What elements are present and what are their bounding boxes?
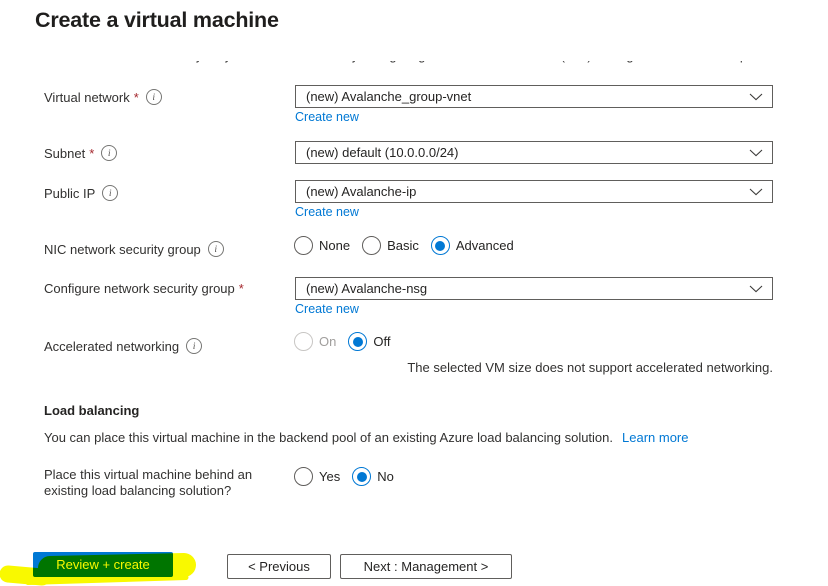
radio-basic[interactable]: Basic (362, 236, 419, 255)
radio-label: No (377, 469, 394, 484)
create-vm-networking-page: Create a virtual machine Define network … (0, 0, 828, 586)
create-new-public-ip-link[interactable]: Create new (295, 205, 359, 219)
info-icon[interactable]: i (102, 185, 119, 201)
accelerated-networking-note: The selected VM size does not support ac… (407, 360, 773, 375)
info-icon[interactable]: i (207, 241, 224, 257)
select-value: (new) Avalanche-ip (306, 184, 417, 199)
required-asterisk: * (133, 89, 139, 105)
next-management-button[interactable]: Next : Management > (340, 554, 512, 579)
info-icon[interactable]: i (101, 145, 118, 161)
chevron-down-icon (749, 285, 763, 293)
create-new-vnet-link[interactable]: Create new (295, 110, 359, 124)
radio-label: Advanced (455, 238, 514, 253)
accelerated-networking-radio-group: On Off (294, 332, 390, 351)
radio-on-disabled: On (294, 332, 336, 351)
accelerated-networking-label: Accelerated networking i (44, 338, 203, 354)
radio-yes[interactable]: Yes (294, 467, 340, 486)
label-text: Virtual network (44, 89, 130, 105)
label-text: Accelerated networking (44, 338, 180, 354)
info-icon[interactable]: i (145, 89, 162, 105)
label-text: Configure network security group (44, 281, 235, 296)
review-create-button[interactable]: Review + create (33, 552, 173, 577)
create-new-nsg-link[interactable]: Create new (295, 302, 359, 316)
nic-nsg-radio-group: None Basic Advanced (294, 236, 514, 255)
radio-circle-disabled (294, 332, 313, 351)
virtual-network-select[interactable]: (new) Avalanche_group-vnet (295, 85, 773, 108)
learn-more-link[interactable]: Learn more (622, 430, 688, 445)
radio-circle (294, 236, 313, 255)
load-balancing-radio-group: Yes No (294, 467, 394, 486)
load-balancing-heading: Load balancing (44, 403, 140, 418)
clipped-scrolled-text: Define network connectivity for your vir… (44, 61, 749, 64)
chevron-down-icon (749, 93, 763, 101)
description-text: You can place this virtual machine in th… (44, 430, 614, 445)
radio-no[interactable]: No (352, 467, 394, 486)
public-ip-label: Public IP i (44, 185, 119, 201)
configure-nsg-select[interactable]: (new) Avalanche-nsg (295, 277, 773, 300)
radio-off[interactable]: Off (348, 332, 390, 351)
radio-label: On (319, 334, 337, 349)
page-title: Create a virtual machine (35, 8, 279, 32)
radio-circle-selected (348, 332, 368, 351)
load-balancing-question: Place this virtual machine behind an exi… (44, 467, 253, 498)
radio-circle-selected (352, 467, 372, 486)
required-asterisk: * (238, 281, 244, 296)
radio-advanced[interactable]: Advanced (430, 236, 514, 255)
label-text: NIC network security group (44, 241, 201, 257)
label-text: Subnet (44, 145, 86, 161)
select-value: (new) Avalanche_group-vnet (306, 89, 472, 104)
chevron-down-icon (749, 188, 763, 196)
clipped-text-fragments: Define network connectivity for your vir… (44, 61, 749, 64)
subnet-select[interactable]: (new) default (10.0.0.0/24) (295, 141, 773, 164)
virtual-network-label: Virtual network * i (44, 89, 162, 105)
radio-circle (362, 236, 382, 255)
subnet-label: Subnet * i (44, 145, 118, 161)
radio-none[interactable]: None (294, 236, 350, 255)
public-ip-select[interactable]: (new) Avalanche-ip (295, 180, 773, 203)
configure-nsg-label: Configure network security group * (44, 281, 244, 296)
info-icon[interactable]: i (186, 338, 203, 354)
radio-label: Yes (319, 469, 341, 484)
radio-circle-selected (430, 236, 450, 255)
radio-label: Basic (387, 238, 419, 253)
radio-label: Off (373, 334, 391, 349)
select-value: (new) default (10.0.0.0/24) (306, 145, 459, 160)
select-value: (new) Avalanche-nsg (306, 281, 428, 296)
previous-button[interactable]: < Previous (227, 554, 331, 579)
required-asterisk: * (89, 145, 95, 161)
radio-label: None (319, 238, 351, 253)
radio-circle (294, 467, 313, 486)
nic-nsg-label: NIC network security group i (44, 241, 224, 257)
load-balancing-description: You can place this virtual machine in th… (44, 430, 689, 445)
chevron-down-icon (749, 149, 763, 157)
label-text: Public IP (44, 185, 96, 201)
